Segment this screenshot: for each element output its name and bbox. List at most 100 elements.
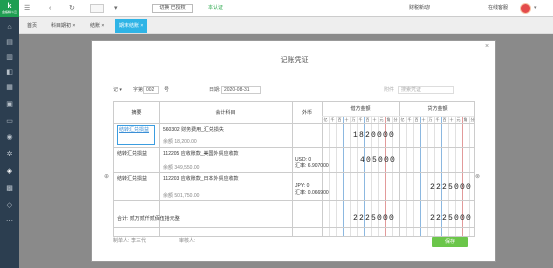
date-input[interactable]: 2020-08-31 — [221, 86, 261, 94]
unit-label: 元 — [379, 117, 384, 122]
header-foreign: 外币 — [301, 110, 312, 116]
credit-units: 亿 千 百 十 万 千 百 十 元 角 分 — [399, 117, 476, 123]
debit-units: 亿 千 百 十 万 千 百 十 元 角 分 — [322, 117, 399, 123]
attachment-link[interactable]: 附件 — [384, 87, 394, 94]
add-row-icon[interactable]: ⊕ — [104, 174, 109, 181]
debit-amount[interactable]: 405000 — [360, 156, 396, 165]
refresh-icon[interactable]: ↻ — [69, 4, 75, 13]
row-divider — [114, 227, 474, 228]
auditor-label: 审核人: — [179, 238, 196, 244]
save-button[interactable]: 保存 — [432, 237, 468, 247]
menu-toggle-icon[interactable]: ☰ — [24, 4, 30, 13]
unit-label: 亿 — [323, 117, 328, 122]
home-icon[interactable]: ⌂ — [5, 24, 14, 32]
dropdown-icon[interactable]: ▾ — [114, 4, 118, 13]
unit-label: 十 — [344, 117, 349, 122]
user-icon[interactable]: ◉ — [5, 134, 14, 142]
unit-label: 角 — [463, 117, 468, 122]
total-debit: 2225000 — [353, 214, 396, 223]
chevron-down-icon[interactable]: ▾ — [534, 5, 537, 12]
foreign-currency[interactable]: JPY: 0 — [295, 183, 309, 189]
delete-row-icon[interactable]: ⊗ — [475, 174, 480, 181]
app-logo[interactable]: k 金蝶精斗云 — [0, 0, 19, 17]
date-label: 日期: — [209, 87, 221, 93]
account-cell[interactable]: 560302 财务费用_汇兑损失 — [163, 127, 224, 133]
header-credit: 贷方金额 — [427, 106, 448, 112]
digit-divider — [343, 117, 344, 236]
top-bar: ☰ ‹ ↻ ▾ 切换 已授权 本认证 财税新动! 在线客服 ▾ — [19, 0, 553, 17]
company-select[interactable] — [90, 4, 104, 13]
report-icon[interactable]: ▣ — [5, 101, 14, 109]
account-cell[interactable]: 112203 应收账款_日本外贸应收款 — [163, 176, 239, 182]
voucher-no-input[interactable]: 002 — [143, 86, 159, 94]
exchange-rate[interactable]: 汇率: 0.066900 — [295, 190, 329, 196]
tab-closing[interactable]: 结账 × — [86, 19, 108, 33]
switch-account-button[interactable]: 切换 已授权 — [152, 4, 193, 13]
voucher-search-input[interactable]: 搜索凭证 — [398, 86, 454, 94]
digit-divider — [350, 117, 351, 236]
ledger-icon[interactable]: ▦ — [5, 84, 14, 92]
tab-home[interactable]: 首页 — [23, 19, 41, 33]
unit-label: 万 — [428, 117, 433, 122]
digit-divider — [406, 117, 407, 236]
tab-bar: 首页 科目期初 × 结账 × 期末结账 × — [19, 17, 553, 34]
row-divider — [114, 200, 474, 201]
summary-cell[interactable]: 结转汇兑损益 — [117, 176, 147, 182]
more-icon[interactable]: ⋯ — [5, 218, 14, 226]
digit-divider — [329, 117, 330, 236]
header-debit: 借方金额 — [350, 106, 371, 112]
maker-name: 李三代 — [131, 238, 147, 244]
balance-text: 余额 501,750.00 — [163, 193, 200, 199]
unit-label: 百 — [337, 117, 342, 122]
online-service-link[interactable]: 在线客服 — [488, 5, 508, 12]
unit-label: 十 — [421, 117, 426, 122]
digit-divider — [420, 117, 421, 236]
avatar[interactable] — [520, 3, 531, 14]
chart-icon[interactable]: ▥ — [5, 54, 14, 62]
total-credit: 2225000 — [430, 214, 473, 223]
logo-mark: k — [7, 3, 12, 10]
unit-label: 千 — [330, 117, 335, 122]
auth-status[interactable]: 本认证 — [208, 5, 223, 12]
invoice-icon[interactable]: ◧ — [5, 69, 14, 77]
balance-text: 余额 18,200.00 — [163, 139, 197, 145]
tab-period-end-closing[interactable]: 期末结账 × — [115, 19, 148, 33]
voucher-icon[interactable]: ◈ — [5, 168, 14, 176]
unit-label: 百 — [442, 117, 447, 122]
unit-label: 角 — [386, 117, 391, 122]
account-cell[interactable]: 112205 应收账款_美国外贸应收款 — [163, 151, 239, 157]
unit-label: 亿 — [400, 117, 405, 122]
voucher-dialog: × 记账凭证 记 ▾ 字第 002 号 日期: 2020-08-31 附件 搜索… — [91, 40, 496, 262]
unit-label: 十 — [372, 117, 377, 122]
print-icon[interactable]: ▩ — [5, 185, 14, 193]
row-divider — [114, 172, 474, 173]
header-account: 会计科目 — [215, 110, 236, 116]
unit-label: 百 — [414, 117, 419, 122]
voucher-word-select[interactable]: 记 ▾ — [113, 86, 122, 94]
dialog-title: 记账凭证 — [280, 57, 309, 64]
summary-input[interactable]: 结转汇兑损益 — [117, 125, 155, 145]
unit-label: 千 — [435, 117, 440, 122]
settings-icon[interactable]: ✲ — [5, 151, 14, 159]
back-icon[interactable]: ‹ — [49, 4, 51, 13]
voucher-no-unit: 号 — [164, 87, 170, 93]
unit-label: 元 — [456, 117, 461, 122]
news-link[interactable]: 财税新动! — [409, 5, 430, 12]
digit-divider — [413, 117, 414, 236]
exchange-rate[interactable]: 汇率: 6.907000 — [295, 163, 329, 169]
tab-account-opening[interactable]: 科目期初 × — [47, 19, 79, 33]
close-icon[interactable]: × — [485, 43, 489, 51]
header-bottom — [114, 123, 474, 124]
voucher-no-label: 字第 — [133, 87, 144, 93]
archive-icon[interactable]: ▭ — [5, 118, 14, 126]
credit-amount[interactable]: 2225000 — [430, 183, 472, 192]
total-label: 合计: 贰万贰仟贰佰伍拾元整 — [117, 216, 180, 222]
unit-label: 千 — [358, 117, 363, 122]
summary-cell[interactable]: 结转汇兑损益 — [117, 151, 147, 157]
sidebar: k 金蝶精斗云 ⌂ ▤ ▥ ◧ ▦ ▣ ▭ ◉ ✲ ◈ ▩ ◇ ⋯ — [0, 0, 19, 268]
document-icon[interactable]: ▤ — [5, 39, 14, 47]
table-row[interactable]: 结转汇兑损益 — [114, 123, 159, 147]
debit-amount[interactable]: 1820000 — [353, 131, 395, 140]
tool-icon[interactable]: ◇ — [5, 202, 14, 210]
logo-text: 金蝶精斗云 — [1, 10, 17, 14]
